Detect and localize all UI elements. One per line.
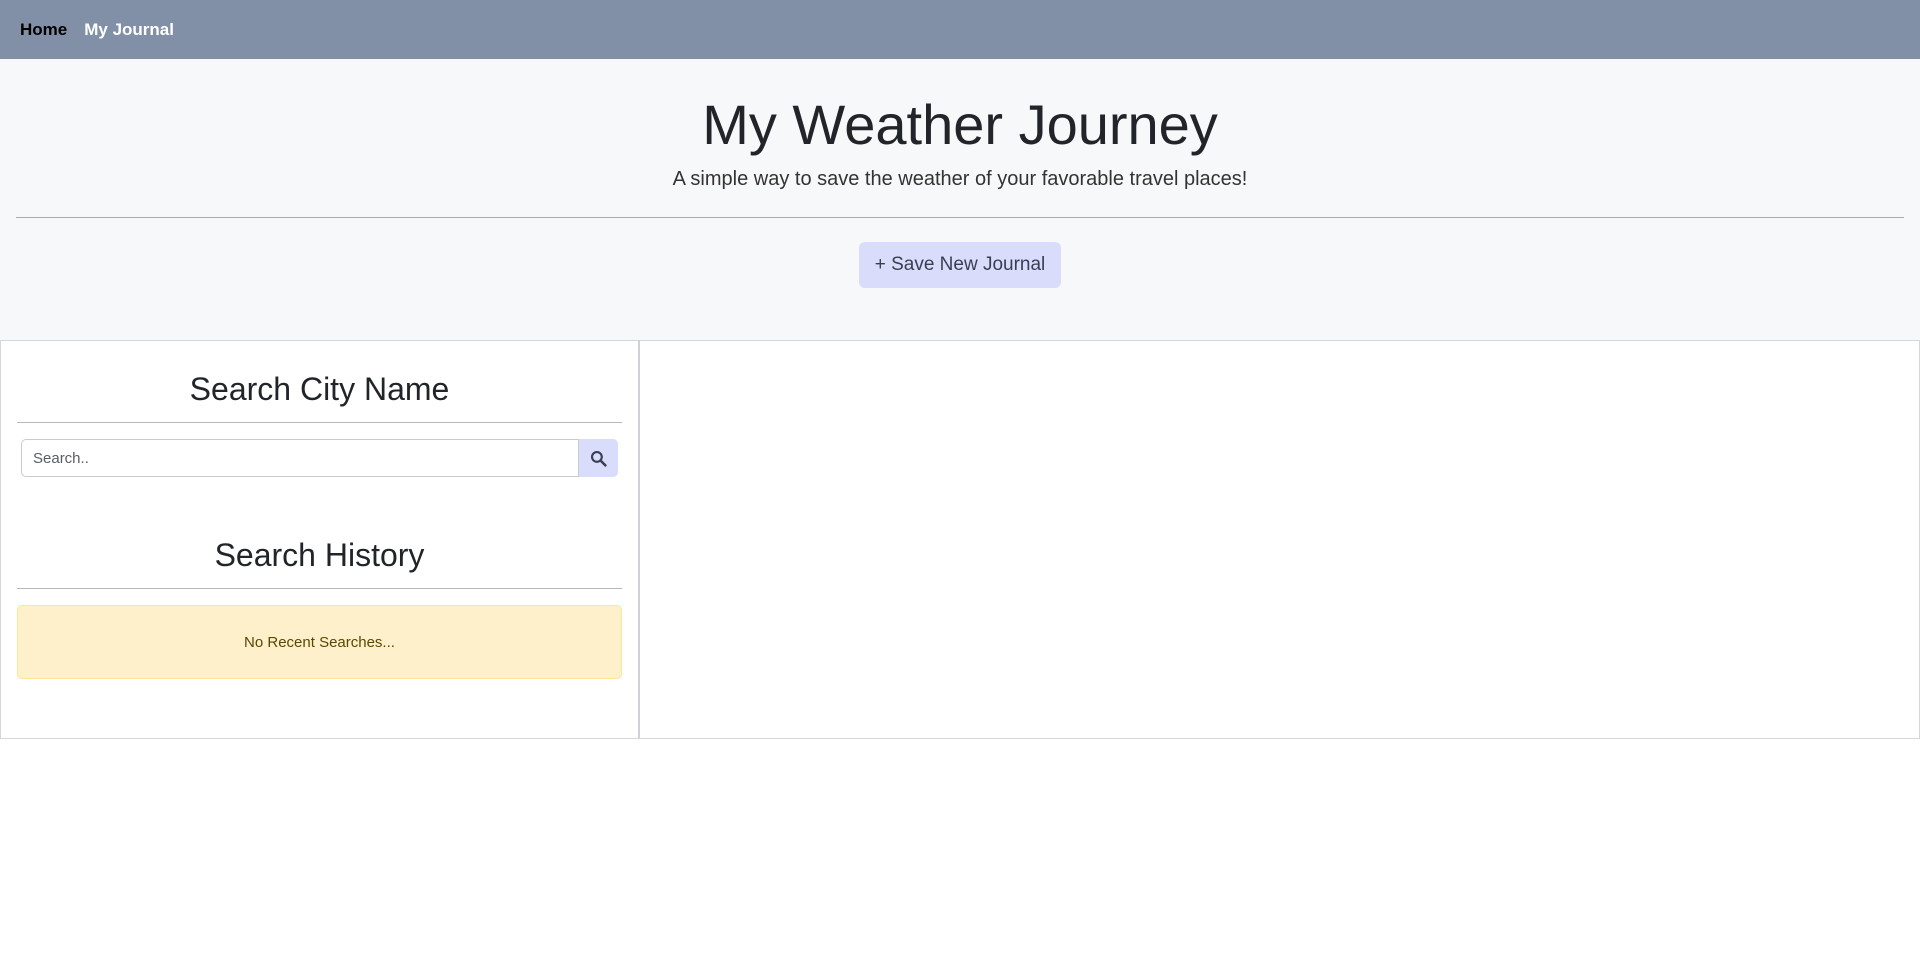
search-form xyxy=(17,439,622,477)
history-divider xyxy=(17,588,622,589)
weather-content-panel xyxy=(640,340,1920,739)
nav-link-my-journal[interactable]: My Journal xyxy=(84,20,174,40)
hero-section: My Weather Journey A simple way to save … xyxy=(0,59,1920,340)
top-navbar: Home My Journal xyxy=(0,0,1920,59)
save-new-journal-button[interactable]: + Save New Journal xyxy=(858,241,1062,288)
page-subtitle: A simple way to save the weather of your… xyxy=(672,167,1248,190)
search-city-title: Search City Name xyxy=(189,371,450,407)
main-area: Search City Name Search History No Recen… xyxy=(0,340,1920,739)
no-recent-searches-alert: No Recent Searches... xyxy=(17,605,622,679)
search-sidebar: Search City Name Search History No Recen… xyxy=(0,340,640,739)
hero-divider xyxy=(16,216,1904,218)
page-title: My Weather Journey xyxy=(702,93,1218,156)
search-icon xyxy=(590,450,607,467)
no-recent-searches-text: No Recent Searches... xyxy=(244,633,395,651)
nav-link-home[interactable]: Home xyxy=(20,20,67,40)
search-history-title: Search History xyxy=(214,537,425,573)
search-button[interactable] xyxy=(579,439,618,477)
search-input[interactable] xyxy=(21,439,579,477)
search-divider xyxy=(17,422,622,423)
